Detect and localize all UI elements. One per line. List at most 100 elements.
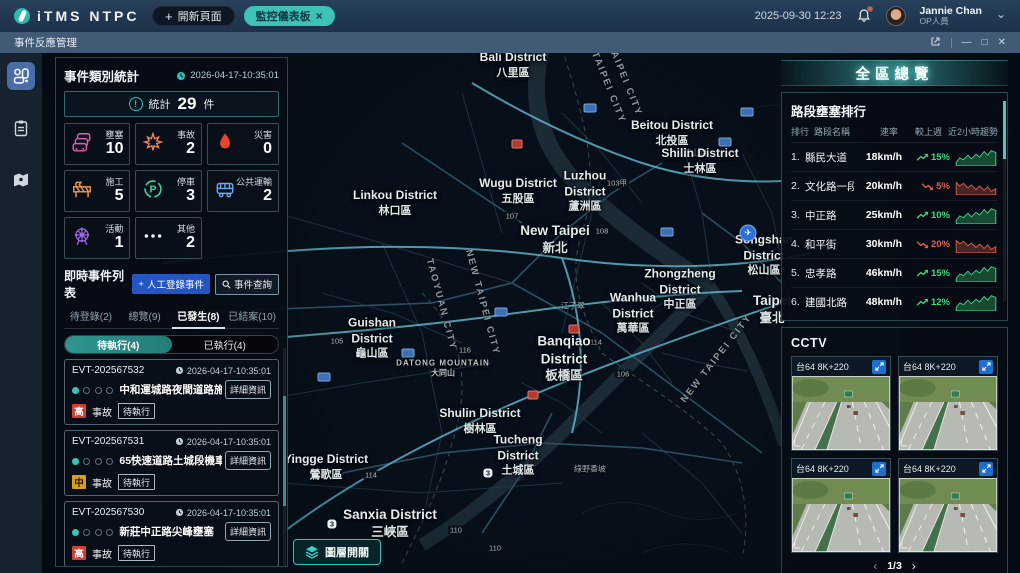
expand-icon[interactable] <box>872 360 886 374</box>
sidebar-item-monitor[interactable] <box>7 62 35 90</box>
road-number: 108 <box>594 227 611 236</box>
event-card[interactable]: EVT-202567532 2026-04-17-10:35:01 中和運城路夜… <box>64 359 279 425</box>
logo-text: iTMS NTPC <box>37 8 139 24</box>
expand-icon[interactable] <box>979 360 993 374</box>
event-card[interactable]: EVT-202567530 2026-04-17-10:35:01 新莊中正路尖… <box>64 501 279 567</box>
logo-icon <box>14 8 30 24</box>
cctv-label: 台64 8K+220 <box>796 462 849 475</box>
stat-card-accident[interactable]: 事故2 <box>135 123 202 165</box>
route-shield <box>528 391 539 400</box>
category-grid: 壅塞10 事故2 災害0 施工5 P 停車3 公共運輸2 活動1 其他2 <box>64 123 279 259</box>
toggle-executed[interactable]: 已執行(4) <box>172 336 279 353</box>
layer-toggle-button[interactable]: 圖層開關 <box>293 539 381 565</box>
tab-pending-register[interactable]: 待登錄(2) <box>64 308 118 328</box>
trend-sparkline <box>954 235 998 253</box>
event-id: EVT-202567530 <box>72 507 144 518</box>
tab-overview[interactable]: 總覽(9) <box>118 308 172 328</box>
highway-shield <box>584 104 597 113</box>
ranking-scrollbar[interactable] <box>1003 101 1006 301</box>
airport-icon: ✈ <box>740 225 757 242</box>
highway-shield <box>495 308 508 317</box>
ranking-row[interactable]: 3. 中正路 25km/h 10% <box>791 200 998 229</box>
event-list-scrollbar[interactable] <box>283 348 286 567</box>
tab-dashboard[interactable]: 監控儀表板 × <box>244 6 335 26</box>
cctv-card[interactable]: 台64 8K+220 <box>791 356 891 451</box>
cctv-card[interactable]: 台64 8K+220 <box>898 356 998 451</box>
alert-icon: ! <box>129 97 143 111</box>
trend-sparkline <box>954 148 998 166</box>
cctv-panel: CCTV 台64 8K+220 <box>781 327 1008 573</box>
expand-icon[interactable] <box>872 462 886 476</box>
detail-button[interactable]: 詳細資訊 <box>225 522 271 541</box>
stat-card-transit[interactable]: 公共運輸2 <box>207 170 279 212</box>
ranking-row[interactable]: 2. 文化路一段 20km/h 5% <box>791 171 998 200</box>
progress-dots <box>72 523 113 541</box>
event-card[interactable]: EVT-202567531 2026-04-17-10:35:01 65快速道路… <box>64 430 279 496</box>
progress-dots <box>72 381 113 399</box>
datetime: 2025-09-30 12:23 <box>755 10 842 22</box>
trend-indicator: 20% <box>902 239 950 250</box>
popout-icon[interactable] <box>930 36 941 50</box>
sidebar-item-map[interactable] <box>7 166 35 194</box>
chevron-down-icon[interactable]: ⌄ <box>996 7 1006 21</box>
event-list-title: 即時事件列表 <box>64 267 127 301</box>
accident-icon <box>142 131 164 158</box>
total-label: 統計 <box>149 96 171 112</box>
maximize-icon[interactable]: □ <box>982 38 988 48</box>
event-query-button[interactable]: 事件查詢 <box>215 274 279 295</box>
ranking-row[interactable]: 1. 縣民大道 18km/h 15% <box>791 142 998 171</box>
sidebar-item-reports[interactable] <box>7 114 35 142</box>
event-status-badge: 待執行 <box>118 545 155 561</box>
prev-page-icon[interactable]: ‹ <box>873 559 877 573</box>
tab-dashboard-label: 監控儀表板 <box>256 8 311 24</box>
cctv-grid: 台64 8K+220 <box>791 356 998 553</box>
minimize-icon[interactable]: — <box>962 38 972 48</box>
add-manual-event-button[interactable]: + 人工登錄事件 <box>132 274 210 294</box>
user-avatar[interactable] <box>886 6 906 26</box>
cctv-feed <box>792 478 890 552</box>
trend-indicator: 12% <box>902 297 950 308</box>
ranking-row[interactable]: 6. 建國北路 48km/h 12% <box>791 287 998 316</box>
cctv-card[interactable]: 台64 8K+220 <box>791 458 891 553</box>
road-number: 110 <box>487 544 503 553</box>
stat-card-other[interactable]: 其他2 <box>135 217 202 259</box>
divider <box>951 38 952 48</box>
expand-icon[interactable] <box>979 462 993 476</box>
notification-bell-icon[interactable] <box>856 8 872 24</box>
stat-card-disaster[interactable]: 災害0 <box>207 123 279 165</box>
cctv-label: 台64 8K+220 <box>796 360 849 373</box>
trend-up-icon <box>916 298 929 307</box>
close-window-icon[interactable]: ✕ <box>998 38 1006 48</box>
map-poi-label: 綠野香坡 <box>574 464 606 475</box>
event-id: EVT-202567532 <box>72 365 144 376</box>
cctv-card[interactable]: 台64 8K+220 <box>898 458 998 553</box>
ranking-row[interactable]: 5. 忠孝路 46km/h 15% <box>791 258 998 287</box>
map-mountain-label: DATONG MOUNTAIN大同山 <box>396 359 490 380</box>
map-district-label: Banqiao District板橋區 <box>528 332 600 383</box>
toggle-pending-execution[interactable]: 待執行(4) <box>65 336 172 353</box>
highway-shield <box>741 108 754 117</box>
event-category: 事故 <box>92 475 112 490</box>
stat-card-parking[interactable]: P 停車3 <box>135 170 202 212</box>
user-info[interactable]: Jannie Chan OP人員 <box>920 5 982 27</box>
tab-occurred[interactable]: 已發生(8) <box>172 308 226 329</box>
overview-title: 全區總覽 <box>856 63 934 84</box>
event-time: 2026-04-17-10:35:01 <box>175 437 271 447</box>
congestion-icon <box>71 131 93 158</box>
new-page-tab[interactable]: + 開新頁面 <box>152 6 235 26</box>
detail-button[interactable]: 詳細資訊 <box>225 380 271 399</box>
stat-card-construction[interactable]: 施工5 <box>64 170 130 212</box>
construction-icon <box>71 178 93 205</box>
new-page-tab-label: 開新頁面 <box>178 8 222 24</box>
ranking-row[interactable]: 4. 和平街 30km/h 20% <box>791 229 998 258</box>
detail-button[interactable]: 詳細資訊 <box>225 451 271 470</box>
cctv-pagination: ‹ 1/3 › <box>791 559 998 573</box>
close-tab-icon[interactable]: × <box>316 9 323 23</box>
tab-closed[interactable]: 已結案(10) <box>225 308 279 328</box>
next-page-icon[interactable]: › <box>912 559 916 573</box>
clock-icon <box>175 508 184 517</box>
stat-card-congestion[interactable]: 壅塞10 <box>64 123 130 165</box>
stat-card-event[interactable]: 活動1 <box>64 217 130 259</box>
total-value: 29 <box>178 94 197 114</box>
trend-sparkline <box>954 206 998 224</box>
